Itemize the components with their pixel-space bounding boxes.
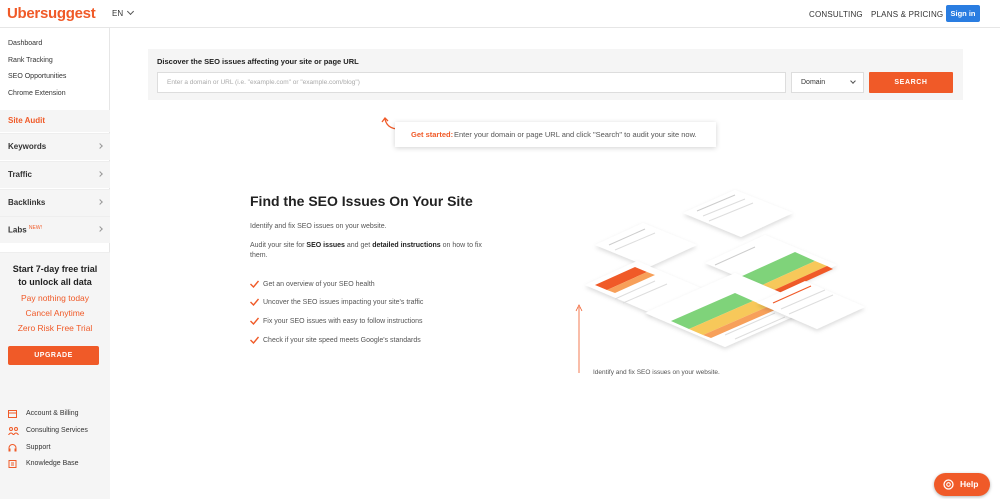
chevron-right-icon [97, 143, 103, 149]
chevron-down-icon [850, 78, 856, 84]
check-text: Check if your site speed meets Google's … [263, 337, 421, 344]
link-label: Consulting Services [26, 427, 88, 434]
sidebar-item-keywords[interactable]: Keywords [0, 133, 110, 160]
chevron-right-icon [97, 171, 103, 177]
seo-report-illustration [575, 190, 865, 373]
consulting-icon [8, 427, 19, 435]
sidebar-item-backlinks[interactable]: Backlinks [0, 189, 110, 216]
feature-intro: Identify and fix SEO issues on your webs… [250, 223, 387, 230]
get-started-label: Get started: [411, 130, 454, 139]
link-label: Support [26, 444, 51, 451]
help-button[interactable]: Help [934, 473, 990, 496]
text-part: and get [344, 242, 373, 249]
new-badge: NEW! [28, 225, 42, 231]
text-bold: detailed instructions [372, 242, 441, 249]
book-icon [8, 460, 17, 468]
link-label: Knowledge Base [26, 460, 79, 467]
sidebar-item-labs[interactable]: Labs NEW! [0, 216, 110, 243]
chevron-down-icon [127, 7, 135, 16]
help-label: Help [960, 479, 979, 489]
checkmark-icon [250, 298, 259, 306]
labs-label: Labs [8, 225, 27, 235]
search-panel: Discover the SEO issues affecting your s… [148, 49, 963, 100]
top-bar: Ubersuggest EN CONSULTING PLANS & PRICIN… [0, 0, 1000, 28]
billing-icon [8, 410, 17, 418]
sidebar-item-rank-tracking[interactable]: Rank Tracking [8, 57, 53, 64]
nav-consulting[interactable]: CONSULTING [809, 10, 863, 19]
check-text: Get an overview of your SEO health [263, 281, 375, 288]
checkmark-icon [250, 280, 259, 288]
sidebar-item-traffic[interactable]: Traffic [0, 161, 110, 188]
domain-url-input[interactable] [157, 72, 786, 93]
sidebar-item-label: Backlinks [8, 198, 46, 207]
language-label: EN [112, 9, 124, 18]
upgrade-button[interactable]: UPGRADE [8, 346, 99, 365]
checkmark-icon [250, 336, 259, 344]
link-label: Account & Billing [26, 410, 79, 417]
sidebar: Dashboard Rank Tracking SEO Opportunitie… [0, 28, 110, 499]
sidebar-item-label: Traffic [8, 170, 33, 179]
checkmark-icon [250, 317, 259, 325]
sidebar-item-chrome-extension[interactable]: Chrome Extension [8, 90, 66, 97]
trial-benefit: Cancel Anytime [25, 308, 85, 318]
nav-plans-pricing[interactable]: PLANS & PRICING [871, 10, 943, 19]
text-part: Audit your site for [250, 242, 307, 249]
illustration-caption: Identify and fix SEO issues on your webs… [593, 369, 720, 376]
sidebar-item-label: Labs NEW! [8, 225, 42, 235]
sidebar-footer: Account & Billing Consulting Services Su… [0, 374, 110, 499]
search-title: Discover the SEO issues affecting your s… [157, 57, 359, 66]
sidebar-item-site-audit[interactable]: Site Audit [0, 110, 110, 132]
check-text: Fix your SEO issues with easy to follow … [263, 318, 423, 325]
search-button[interactable]: SEARCH [869, 72, 953, 93]
chevron-right-icon [97, 226, 103, 232]
trial-benefit: Zero Risk Free Trial [17, 323, 93, 333]
feature-title: Find the SEO Issues On Your Site [250, 193, 473, 209]
trial-title-line-2: to unlock all data [18, 277, 92, 287]
headset-icon [8, 444, 17, 452]
domain-select-value: Domain [801, 79, 826, 86]
domain-select[interactable]: Domain [791, 72, 864, 93]
sidebar-item-seo-opportunities[interactable]: SEO Opportunities [8, 73, 66, 80]
trial-title: Start 7-day free trial to unlock all dat… [0, 263, 110, 289]
trial-title-line-1: Start 7-day free trial [12, 264, 98, 274]
trial-promo: Start 7-day free trial to unlock all dat… [0, 252, 110, 374]
help-icon [943, 479, 954, 490]
sidebar-item-label: Site Audit [8, 116, 46, 125]
feature-description: Audit your site for SEO issues and get d… [250, 241, 485, 261]
sidebar-item-label: Keywords [8, 142, 47, 151]
ubersuggest-logo[interactable]: Ubersuggest [7, 5, 96, 22]
check-text: Uncover the SEO issues impacting your si… [263, 299, 424, 306]
chevron-right-icon [97, 199, 103, 205]
get-started-text: Enter your domain or page URL and click … [454, 130, 697, 139]
sign-in-button[interactable]: Sign in [946, 5, 980, 22]
text-bold: SEO issues [306, 242, 345, 249]
sidebar-item-dashboard[interactable]: Dashboard [8, 40, 42, 47]
get-started-hint: Get started: Enter your domain or page U… [395, 122, 716, 147]
language-selector[interactable]: EN [112, 7, 135, 18]
trial-benefit: Pay nothing today [20, 293, 90, 303]
